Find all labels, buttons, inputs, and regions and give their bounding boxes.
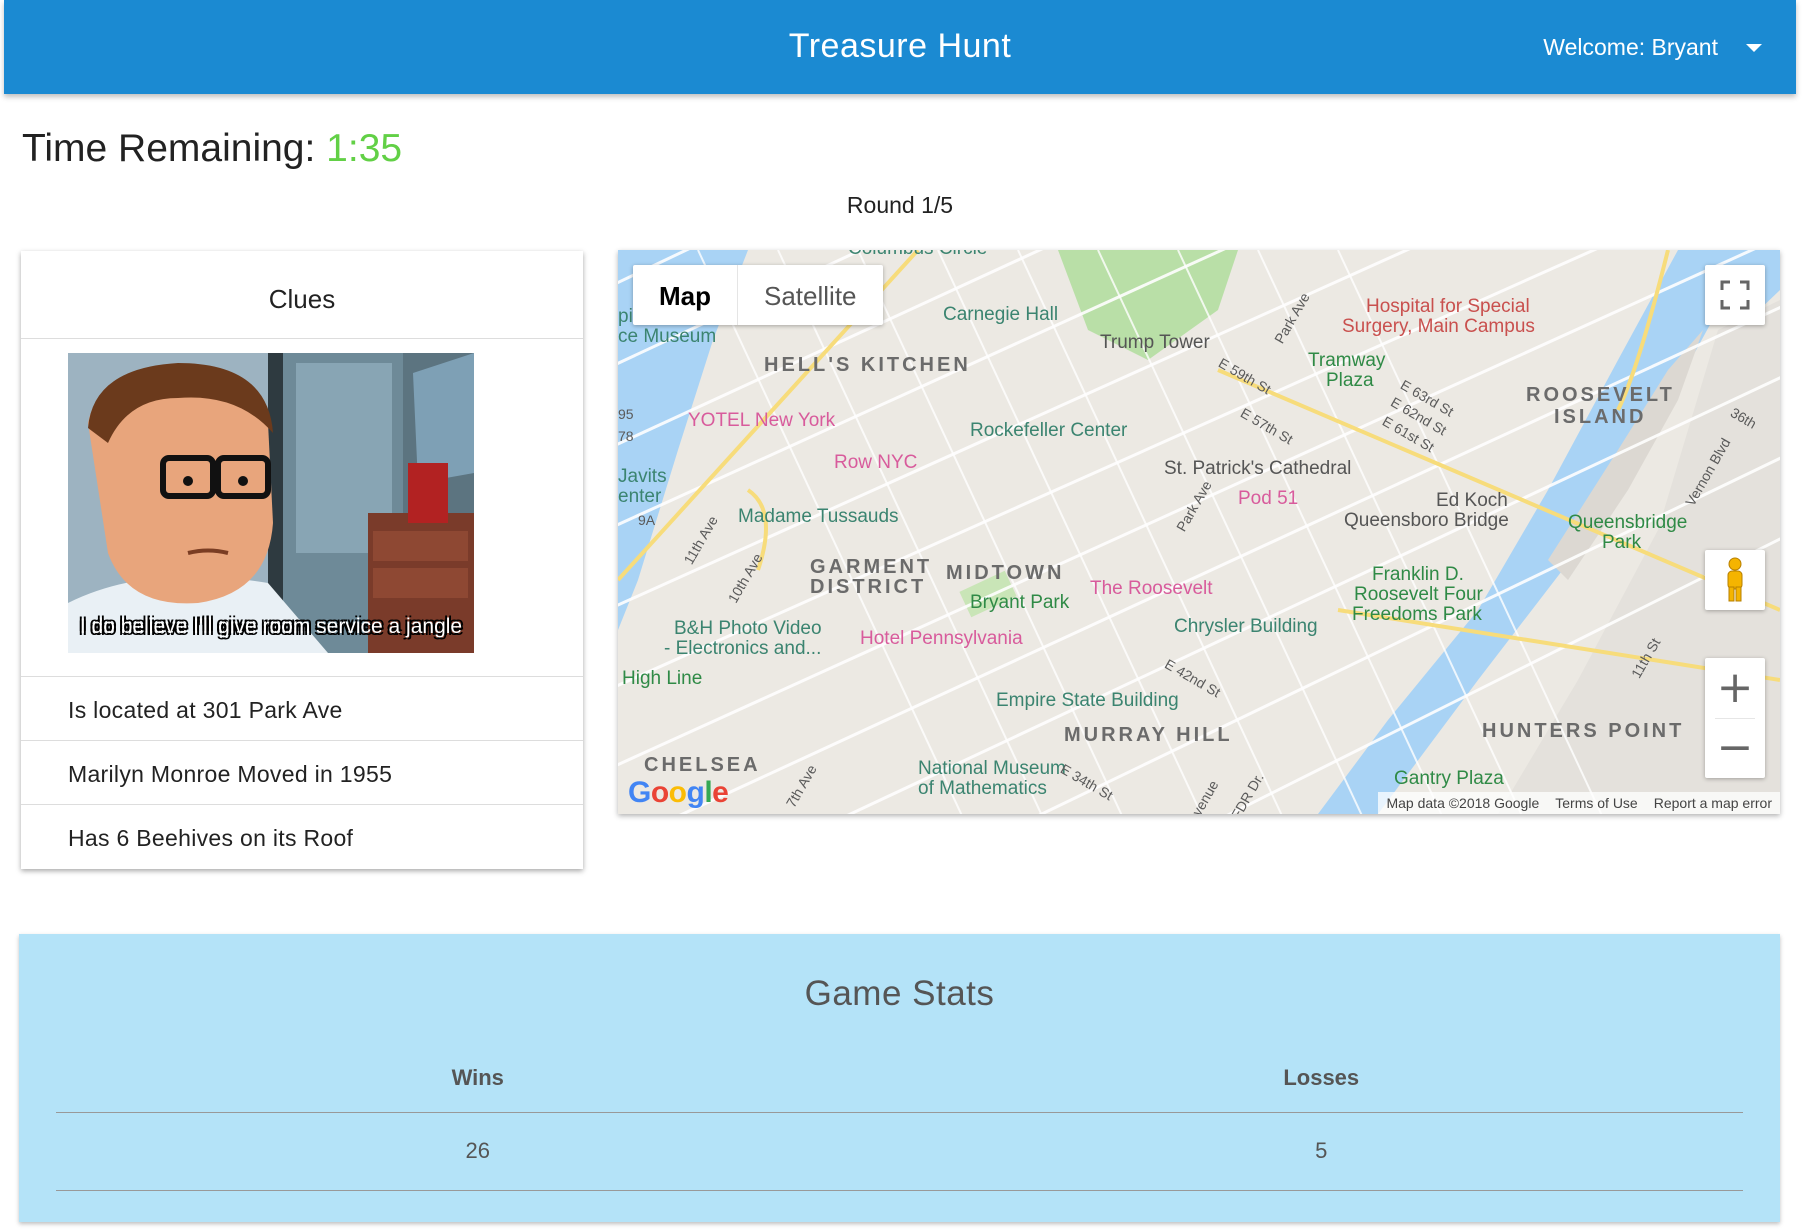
map-label[interactable]: of Mathematics <box>918 778 1047 800</box>
map-label[interactable]: Hotel Pennsylvania <box>860 628 1023 650</box>
map-label: HELL'S KITCHEN <box>764 354 971 376</box>
app-bar: Treasure Hunt Welcome: Bryant <box>4 0 1796 94</box>
map-label[interactable]: St. Patrick's Cathedral <box>1164 458 1351 480</box>
zoom-control: + − <box>1705 658 1765 778</box>
wins-header: Wins <box>56 1044 900 1113</box>
map-data-credit: Map data ©2018 Google <box>1386 795 1540 811</box>
zoom-out-icon[interactable]: − <box>1705 718 1765 778</box>
caret-down-icon[interactable] <box>1746 43 1762 52</box>
game-stats-table: Wins Losses 26 5 <box>56 1044 1743 1191</box>
game-stats-title: Game Stats <box>804 974 995 1013</box>
table-row: 26 5 <box>56 1112 1743 1191</box>
map-label[interactable]: Row NYC <box>834 452 917 474</box>
map-label[interactable]: Tramway <box>1308 350 1385 372</box>
user-menu[interactable]: Welcome: Bryant <box>1543 34 1762 61</box>
map-label: 95 <box>618 406 634 422</box>
cartoon-illustration <box>68 353 474 653</box>
map-label: ISLAND <box>1554 406 1647 428</box>
map-label[interactable]: Queensboro Bridge <box>1344 510 1509 532</box>
map-label[interactable]: Ed Koch <box>1436 490 1508 512</box>
map-attribution: Map data ©2018 Google Terms of Use Repor… <box>1378 792 1780 814</box>
map-label[interactable]: pi <box>618 306 633 328</box>
time-remaining: Time Remaining: 1:35 <box>22 127 402 171</box>
street-view-button[interactable] <box>1705 550 1765 610</box>
map-label[interactable]: National Museum <box>918 758 1066 780</box>
report-map-error-link[interactable]: Report a map error <box>1654 792 1772 814</box>
map-label[interactable]: Madame Tussauds <box>738 506 899 528</box>
map-label: CHELSEA <box>644 754 761 776</box>
pegman-icon <box>1727 557 1743 602</box>
fullscreen-button[interactable] <box>1705 265 1765 325</box>
map-label[interactable]: Empire State Building <box>996 690 1179 712</box>
map-label[interactable]: Pod 51 <box>1238 488 1298 510</box>
map-label[interactable]: B&H Photo Video <box>674 618 822 640</box>
map-label: HUNTERS POINT <box>1482 720 1685 742</box>
clue-item: Marilyn Monroe Moved in 1955 <box>21 741 583 805</box>
map-label: ROOSEVELT <box>1526 384 1675 406</box>
map-label: DISTRICT <box>810 576 927 598</box>
map-label[interactable]: Rockefeller Center <box>970 420 1127 442</box>
zoom-in-icon[interactable]: + <box>1705 658 1765 718</box>
user-menu-label: Welcome: Bryant <box>1543 34 1718 60</box>
map-label[interactable]: Plaza <box>1326 370 1374 392</box>
losses-header: Losses <box>899 1044 1743 1113</box>
map-label[interactable]: Roosevelt Four <box>1354 584 1483 606</box>
fullscreen-icon <box>1720 280 1750 310</box>
map-label[interactable]: Franklin D. <box>1372 564 1464 586</box>
map-label: MURRAY HILL <box>1064 724 1233 746</box>
map-label[interactable]: High Line <box>622 668 702 690</box>
clue-item: Is located at 301 Park Ave <box>21 677 583 741</box>
timer-label: Time Remaining: <box>22 127 316 170</box>
map-label[interactable]: Trump Tower <box>1100 332 1210 354</box>
timer-value: 1:35 <box>326 127 403 170</box>
google-logo[interactable]: Google <box>628 776 729 810</box>
map-label[interactable]: Columbus Circle <box>848 250 987 260</box>
map-label[interactable]: Freedoms Park <box>1352 604 1482 626</box>
map-label[interactable]: Javits <box>618 466 667 488</box>
map-label[interactable]: ce Museum <box>618 326 716 348</box>
map-label[interactable]: enter <box>618 486 661 508</box>
map-label[interactable]: - Electronics and... <box>664 638 821 660</box>
map-label[interactable]: Gantry Plaza <box>1394 768 1504 790</box>
map-label[interactable]: Hospital for Special <box>1366 296 1530 318</box>
clues-card: Clues I do believe I'll give room servic… <box>21 251 583 869</box>
clues-title: Clues <box>21 251 583 339</box>
game-stats-panel: Game Stats Wins Losses 26 5 <box>19 934 1780 1222</box>
map-label[interactable]: Chrysler Building <box>1174 616 1318 638</box>
map-label[interactable]: Bryant Park <box>970 592 1069 614</box>
map-label[interactable]: Carnegie Hall <box>943 304 1058 326</box>
wins-value: 26 <box>56 1112 900 1191</box>
map-label: 78 <box>618 428 634 444</box>
clue-image-caption: I do believe I'll give room service a ja… <box>79 615 463 638</box>
terms-of-use-link[interactable]: Terms of Use <box>1555 792 1637 814</box>
map-type-satellite-button[interactable]: Satellite <box>737 265 883 325</box>
map-label[interactable]: Park <box>1602 532 1641 554</box>
map-label[interactable]: The Roosevelt <box>1090 578 1213 600</box>
map-type-control: Map Satellite <box>633 265 883 325</box>
app-title: Treasure Hunt <box>788 27 1012 65</box>
map-label: 9A <box>638 512 656 528</box>
clue-item: Has 6 Beehives on its Roof <box>68 825 354 851</box>
clue-image: I do believe I'll give room service a ja… <box>68 353 474 653</box>
round-indicator: Round 1/5 <box>846 192 954 218</box>
losses-value: 5 <box>899 1112 1743 1191</box>
map[interactable]: Columbus Circle Carnegie Hall Trump Towe… <box>618 250 1780 814</box>
clue-image-row: I do believe I'll give room service a ja… <box>21 339 583 677</box>
map-type-map-button[interactable]: Map <box>633 265 737 325</box>
map-label: MIDTOWN <box>946 562 1065 584</box>
map-label[interactable]: Queensbridge <box>1568 512 1687 534</box>
map-label[interactable]: YOTEL New York <box>688 410 835 432</box>
map-label[interactable]: Surgery, Main Campus <box>1342 316 1535 338</box>
